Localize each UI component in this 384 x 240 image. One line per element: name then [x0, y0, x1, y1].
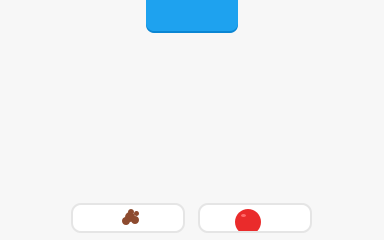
answer-option-card-left[interactable]: [71, 203, 185, 233]
answer-option-card-right[interactable]: [198, 203, 312, 233]
prompt-card: [146, 0, 238, 31]
red-apple-icon: [235, 209, 261, 231]
chocolate-cookie-icon: [118, 208, 142, 228]
